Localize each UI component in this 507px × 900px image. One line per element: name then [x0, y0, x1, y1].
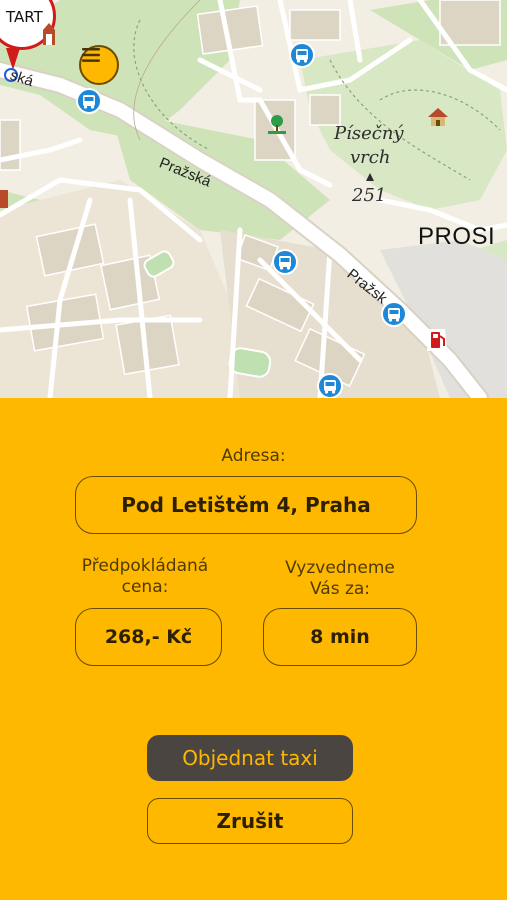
address-value: Pod Letištěm 4, Praha	[121, 493, 371, 517]
start-pin-label: TART	[6, 8, 43, 26]
pickup-label: Vyzvedneme Vás za:	[255, 558, 425, 600]
pickup-label-line2: Vás za:	[309, 579, 371, 599]
order-taxi-button[interactable]: Objednat taxi	[147, 735, 353, 781]
pickup-time-field: 8 min	[263, 608, 417, 666]
peak-elevation: 251	[352, 185, 387, 206]
price-label: Předpokládaná cena:	[60, 556, 230, 598]
peak-name: Písečný	[334, 123, 404, 144]
menu-button[interactable]	[79, 45, 119, 85]
peak-name-line2: vrch	[350, 147, 391, 168]
pickup-label-line1: Vyzvedneme	[285, 558, 395, 578]
address-label: Adresa:	[221, 446, 286, 466]
price-field: 268,- Kč	[75, 608, 222, 666]
pickup-time-value: 8 min	[310, 626, 370, 648]
menu-icon	[82, 48, 100, 62]
monument-icon	[40, 22, 58, 46]
price-label-line2: cena:	[121, 577, 169, 597]
price-value: 268,- Kč	[104, 626, 193, 648]
address-field[interactable]: Pod Letištěm 4, Praha	[75, 476, 417, 534]
price-label-line1: Předpokládaná	[81, 556, 209, 576]
map-view[interactable]: TART Písečný vrch 251 ská Pražská Pražsk…	[0, 0, 507, 398]
monument-icon	[0, 186, 10, 208]
district-label: PROSI	[418, 223, 496, 250]
peak-icon	[366, 173, 374, 181]
order-panel: Adresa: Pod Letištěm 4, Praha Předpoklád…	[0, 398, 507, 900]
cancel-button[interactable]: Zrušit	[147, 798, 353, 844]
